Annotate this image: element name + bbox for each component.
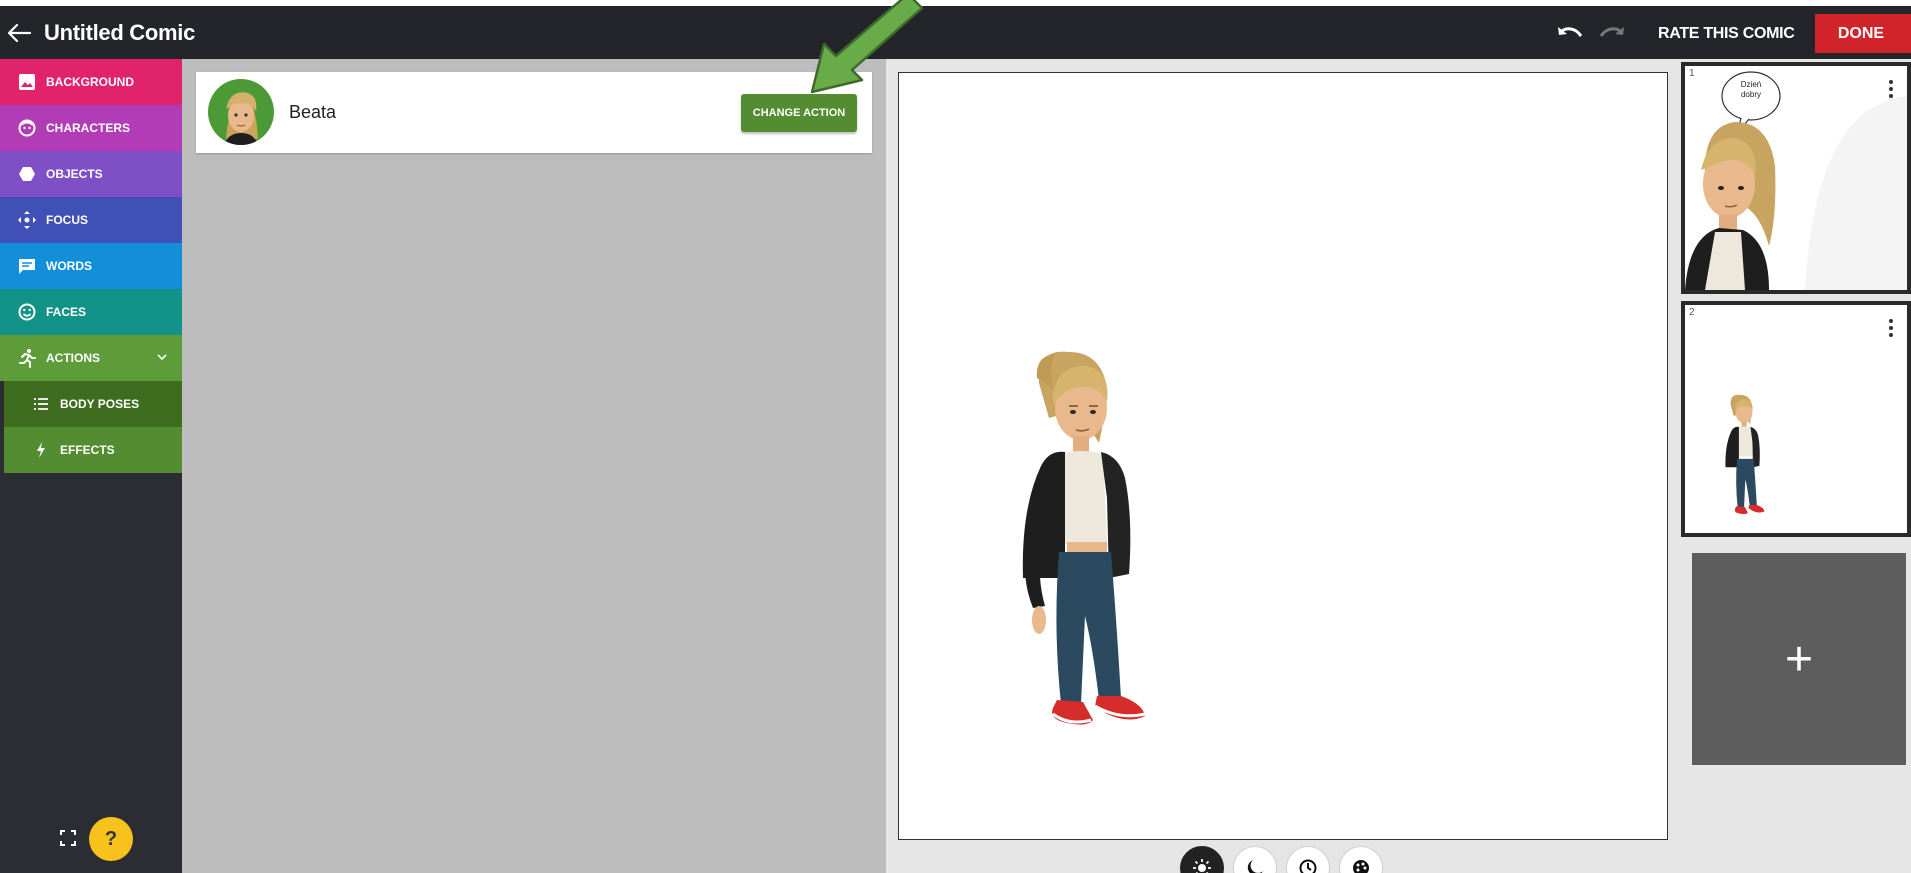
more-options-icon[interactable] — [1889, 80, 1893, 98]
comic-canvas[interactable] — [898, 72, 1668, 840]
panel-thumbnail-1[interactable]: 1 Dzień dobry — [1681, 62, 1911, 294]
sidebar-item-label: WORDS — [46, 259, 92, 273]
character-figure[interactable] — [1009, 348, 1159, 738]
done-button[interactable]: DONE — [1815, 14, 1911, 53]
panel-number: 2 — [1689, 307, 1695, 318]
smile-icon — [17, 302, 37, 322]
chevron-down-icon — [157, 354, 167, 361]
sidebar-item-label: OBJECTS — [46, 167, 103, 181]
clock-icon — [1299, 859, 1317, 873]
add-panel-button[interactable]: + — [1692, 553, 1906, 765]
sidebar-item-label: BACKGROUND — [46, 75, 134, 89]
run-icon — [17, 348, 37, 368]
sidebar-item-focus[interactable]: FOCUS — [0, 197, 182, 243]
move-icon — [17, 210, 37, 230]
speech-icon — [17, 256, 37, 276]
list-icon — [32, 395, 50, 413]
sidebar-item-label: FACES — [46, 305, 87, 319]
panel-1-preview — [1685, 71, 1907, 290]
top-bar: Untitled Comic RATE THIS COMIC DONE — [0, 6, 1911, 59]
sidebar-item-faces[interactable]: FACES — [0, 289, 182, 335]
sidebar-item-words[interactable]: WORDS — [0, 243, 182, 289]
sidebar-item-label: CHARACTERS — [46, 121, 130, 135]
fullscreen-icon[interactable] — [58, 828, 78, 848]
sidebar-item-objects[interactable]: OBJECTS — [0, 151, 182, 197]
sidebar-item-label: ACTIONS — [46, 351, 100, 365]
sidebar-subitem-label: EFFECTS — [60, 443, 115, 457]
character-card: Beata CHANGE ACTION — [196, 72, 872, 153]
rate-comic-button[interactable]: RATE THIS COMIC — [1658, 25, 1795, 43]
sidebar-item-background[interactable]: BACKGROUND — [0, 59, 182, 105]
sidebar-item-actions[interactable]: ACTIONS — [0, 335, 182, 381]
moon-icon — [1247, 860, 1263, 873]
annotation-arrow-icon — [810, 0, 924, 94]
sidebar-item-characters[interactable]: CHARACTERS — [0, 105, 182, 151]
sidebar-subitem-effects[interactable]: EFFECTS — [4, 427, 182, 473]
speech-bubble-text: Dzień dobry — [1740, 80, 1762, 99]
hexagon-icon — [17, 164, 37, 184]
sidebar-item-label: FOCUS — [46, 213, 88, 227]
sun-icon — [1193, 859, 1211, 873]
character-name: Beata — [289, 102, 337, 122]
back-arrow-icon[interactable] — [4, 18, 34, 48]
palette-icon — [1353, 860, 1369, 873]
sidebar-subitem-body-poses[interactable]: BODY POSES — [4, 381, 182, 427]
panel-2-preview — [1725, 394, 1765, 515]
face-icon — [17, 118, 37, 138]
bolt-icon — [32, 441, 50, 459]
comic-title[interactable]: Untitled Comic — [44, 20, 195, 46]
character-actions-panel — [182, 59, 886, 873]
image-icon — [17, 72, 37, 92]
character-avatar — [208, 79, 274, 145]
help-button[interactable]: ? — [89, 817, 133, 861]
redo-icon[interactable] — [1597, 24, 1627, 44]
undo-icon[interactable] — [1555, 24, 1585, 44]
panel-thumbnail-2[interactable]: 2 — [1681, 301, 1911, 537]
more-options-icon[interactable] — [1889, 319, 1893, 337]
sidebar-subitem-label: BODY POSES — [60, 397, 140, 411]
